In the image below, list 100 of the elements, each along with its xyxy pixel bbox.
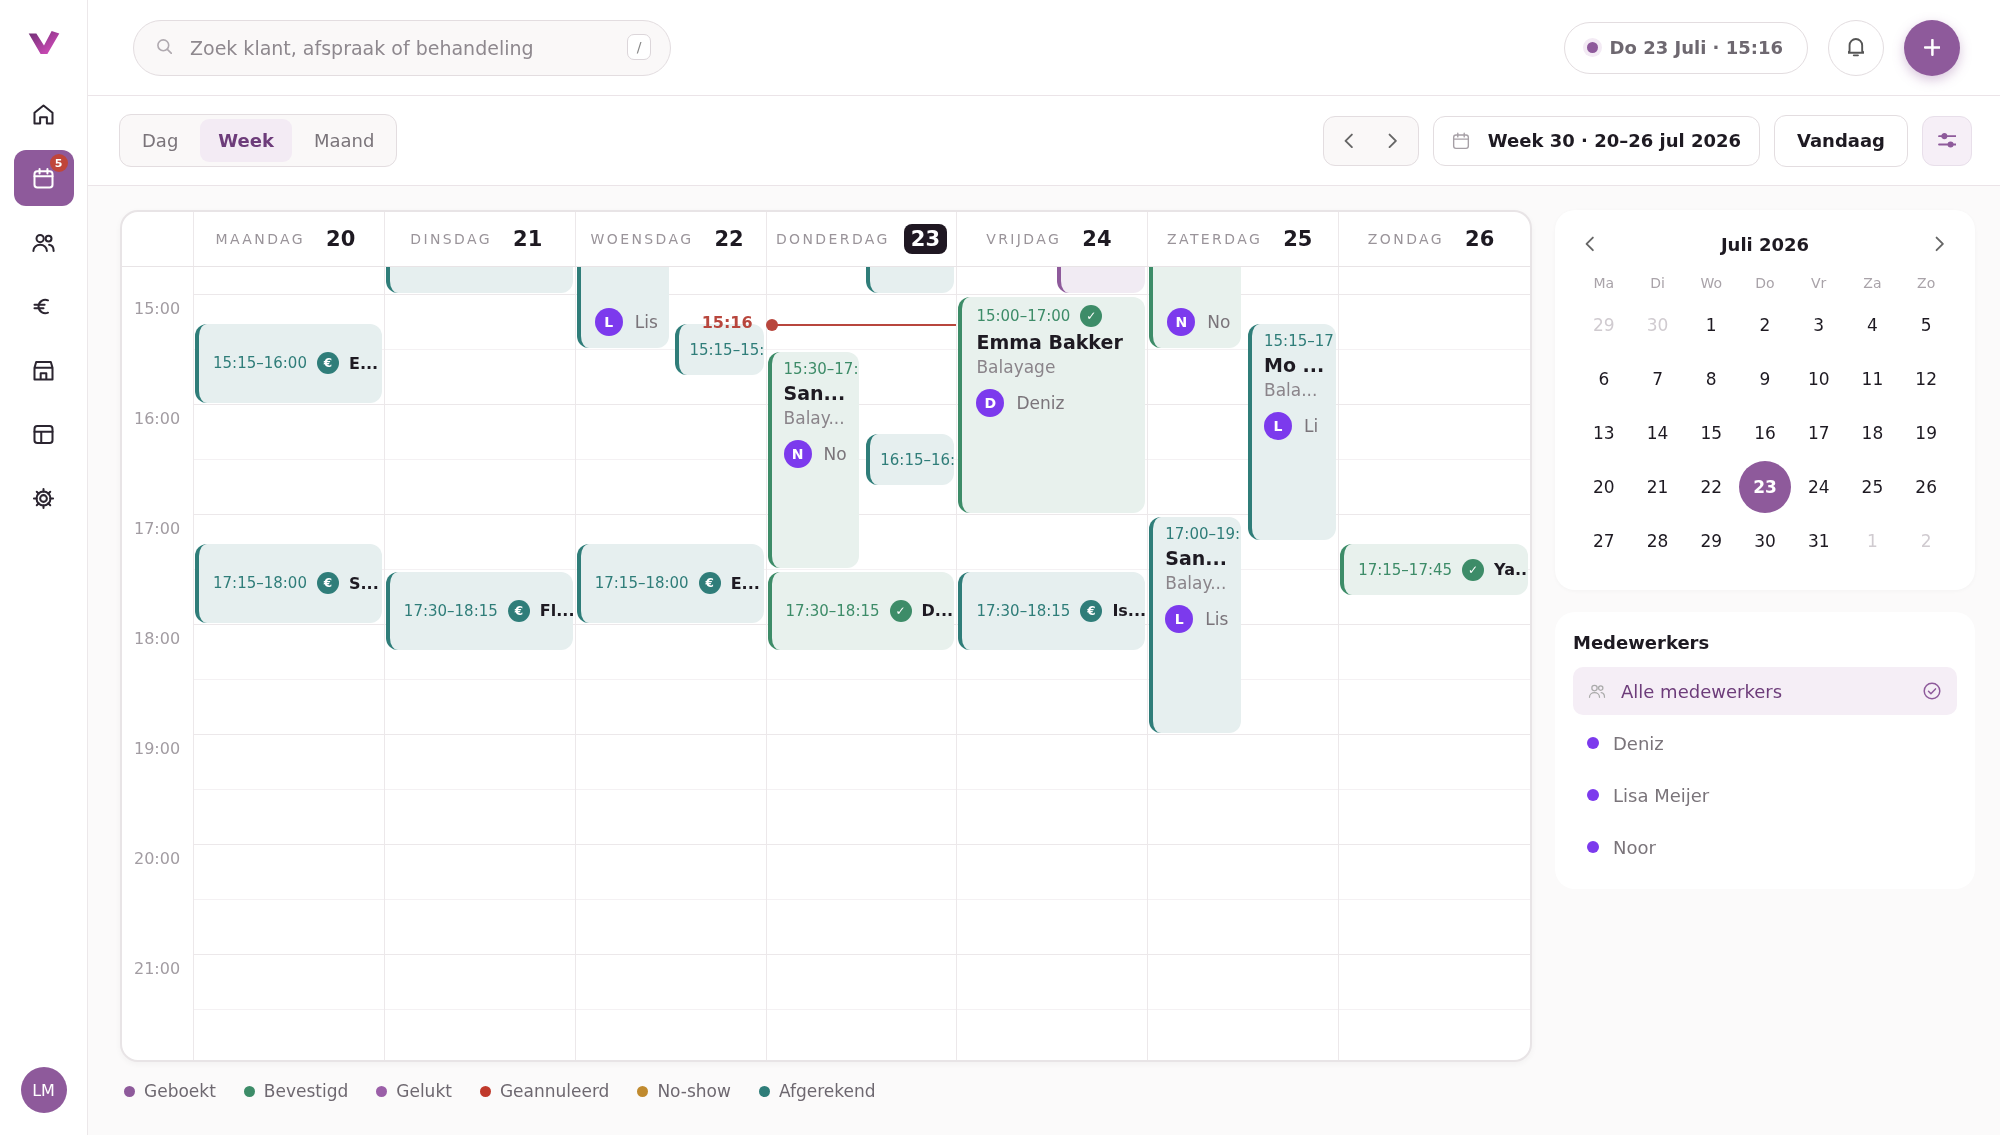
appointment-card[interactable]: 17:15–17:45 ✓ Ya... — [1340, 544, 1528, 595]
status-badge: ✓ — [889, 599, 912, 622]
calendar-day[interactable]: 9 — [1739, 353, 1791, 405]
calendar-day[interactable]: 2 — [1739, 299, 1791, 351]
staff-dot — [1587, 789, 1599, 801]
appointment-card[interactable]: 15:15–16:00 € E... — [195, 324, 382, 403]
calendar-day[interactable]: 7 — [1631, 353, 1684, 405]
staff-filter-item[interactable]: Alle medewerkers — [1573, 667, 1957, 715]
calendar-day[interactable]: 15 — [1685, 407, 1738, 459]
weekday-label: Vr — [1811, 274, 1827, 293]
view-tab[interactable]: Dag — [124, 119, 197, 162]
appointment-time: 17:00–19: — [1165, 524, 1241, 543]
chevron-left-icon — [1344, 132, 1354, 149]
calendar-day[interactable]: 22 — [1685, 461, 1738, 513]
calendar-day[interactable]: 28 — [1631, 515, 1684, 567]
calendar-day[interactable]: 5 — [1900, 299, 1953, 351]
filter-button[interactable] — [1922, 115, 1972, 166]
status-badge: € — [698, 572, 721, 595]
week-picker-button[interactable]: Week 30 · 20–26 jul 2026 — [1432, 115, 1760, 166]
calendar-day[interactable]: 29 — [1685, 515, 1738, 567]
day-number: 21 — [512, 226, 544, 253]
client-name: E... — [348, 353, 379, 373]
appointment-card[interactable]: 17:15–18:00 € S... — [195, 544, 382, 623]
status-badge: € — [507, 599, 530, 622]
staff-filter-item[interactable]: Lisa Meijer — [1573, 771, 1957, 819]
calendar-day[interactable]: 30 — [1739, 515, 1791, 567]
client-name: D... — [921, 601, 954, 621]
staff-avatar: D — [976, 388, 1005, 417]
calendar-day[interactable]: 17 — [1792, 407, 1845, 459]
day-number: 25 — [1282, 226, 1314, 253]
search-icon — [157, 38, 173, 54]
calendar-day[interactable]: 26 — [1900, 461, 1953, 513]
appointment-time: 17:15–18:00 — [213, 574, 307, 593]
appointment-card[interactable]: L Lis — [576, 267, 669, 348]
weekday-label: Ma — [1593, 274, 1615, 293]
calendar-day[interactable]: 12 — [1900, 353, 1953, 405]
hour-label: 19:00 — [134, 738, 181, 758]
bell-icon — [1848, 38, 1864, 57]
appointment-time: 15:00–17:00 — [976, 306, 1071, 325]
appointment-card[interactable]: 15:15–17 Mo ... Bala... L Li — [1248, 324, 1337, 540]
nav-button[interactable]: 5 — [13, 150, 74, 206]
staff-filter-item[interactable]: Deniz — [1573, 719, 1957, 767]
calendar-day[interactable]: 4 — [1846, 299, 1899, 351]
calendar-day[interactable]: 11 — [1846, 353, 1899, 405]
legend-label: Bevestigd — [263, 1081, 349, 1101]
hour-label: 17:00 — [134, 518, 181, 538]
staff-filter-item[interactable]: Noor — [1573, 823, 1957, 871]
status-badge: € — [316, 352, 339, 375]
shortcut-key: / — [627, 33, 651, 60]
appointment-card[interactable]: 17:30–18:15 € Is... — [958, 571, 1146, 650]
calendar-day[interactable]: 24 — [1792, 461, 1845, 513]
add-button[interactable] — [1904, 19, 1960, 76]
today-button[interactable]: Vandaag — [1774, 114, 1908, 167]
calendar-day[interactable]: 10 — [1792, 353, 1845, 405]
calendar-day[interactable]: 19 — [1900, 407, 1953, 459]
calendar-day[interactable]: 6 — [1577, 353, 1630, 405]
calendar-day[interactable]: 20 — [1577, 461, 1630, 513]
staff-name: Lis — [1205, 608, 1229, 629]
client-name: San... — [783, 381, 847, 404]
appointment-card[interactable]: 17:30–18:15 ✓ D... — [767, 571, 955, 650]
calendar-day[interactable]: 23 — [1739, 461, 1791, 513]
calendar-day[interactable]: 14 — [1631, 407, 1684, 459]
appointment-card[interactable]: 15:00–17:00 ✓ Emma Bakker Balayage D Deniz — [958, 296, 1146, 513]
hour-label: 21:00 — [134, 958, 181, 978]
appointment-card[interactable]: N No — [1149, 267, 1242, 348]
weekday-label: ZATERDAG — [1167, 231, 1263, 247]
calendar-day[interactable]: 25 — [1846, 461, 1899, 513]
calendar-day[interactable]: 21 — [1631, 461, 1684, 513]
legend-label: Afgerekend — [778, 1081, 876, 1101]
weekday-label: Do — [1755, 274, 1775, 293]
calendar-day[interactable]: 13 — [1577, 407, 1630, 459]
status-badge: € — [1080, 599, 1103, 622]
view-tab[interactable]: Week — [200, 119, 292, 162]
hour-label: 18:00 — [134, 628, 181, 648]
staff-label: Lisa Meijer — [1613, 784, 1710, 806]
calendar-day[interactable]: 27 — [1577, 515, 1630, 567]
calendar-day[interactable]: 3 — [1792, 299, 1845, 351]
appointment-card[interactable]: 15:30–17: San... Balay... N No — [767, 351, 860, 568]
appointment-time: 16:15–16: — [880, 450, 955, 469]
weekday-label: DONDERDAG — [775, 231, 890, 247]
weekday-label: Zo — [1917, 274, 1936, 293]
appointment-card[interactable]: 17:15–18:00 € E... — [576, 544, 764, 623]
status-dot — [1586, 42, 1598, 53]
notification-badge: 5 — [49, 154, 68, 172]
calendar-day[interactable]: 1 — [1685, 299, 1738, 351]
staff-label: Alle medewerkers — [1621, 680, 1783, 702]
month-title: Juli 2026 — [1720, 233, 1810, 255]
view-tab[interactable]: Maand — [295, 119, 393, 162]
appointment-card[interactable]: 16:15–16: — [866, 434, 955, 485]
appointment-card[interactable]: 17:00–19: San... Balay... L Lis — [1149, 516, 1242, 733]
staff-avatar: N — [783, 439, 812, 468]
staff-name: Lis — [634, 311, 658, 332]
calendar-day[interactable]: 31 — [1792, 515, 1845, 567]
calendar-day[interactable]: 16 — [1739, 407, 1791, 459]
chevron-left-icon — [1585, 236, 1595, 252]
calendar-day[interactable]: 8 — [1685, 353, 1738, 405]
user-avatar[interactable]: LM — [20, 1067, 67, 1113]
calendar-day[interactable]: 18 — [1846, 407, 1899, 459]
hour-label: 15:00 — [134, 298, 181, 318]
appointment-card[interactable]: 17:30–18:15 € Fl... — [385, 571, 573, 650]
